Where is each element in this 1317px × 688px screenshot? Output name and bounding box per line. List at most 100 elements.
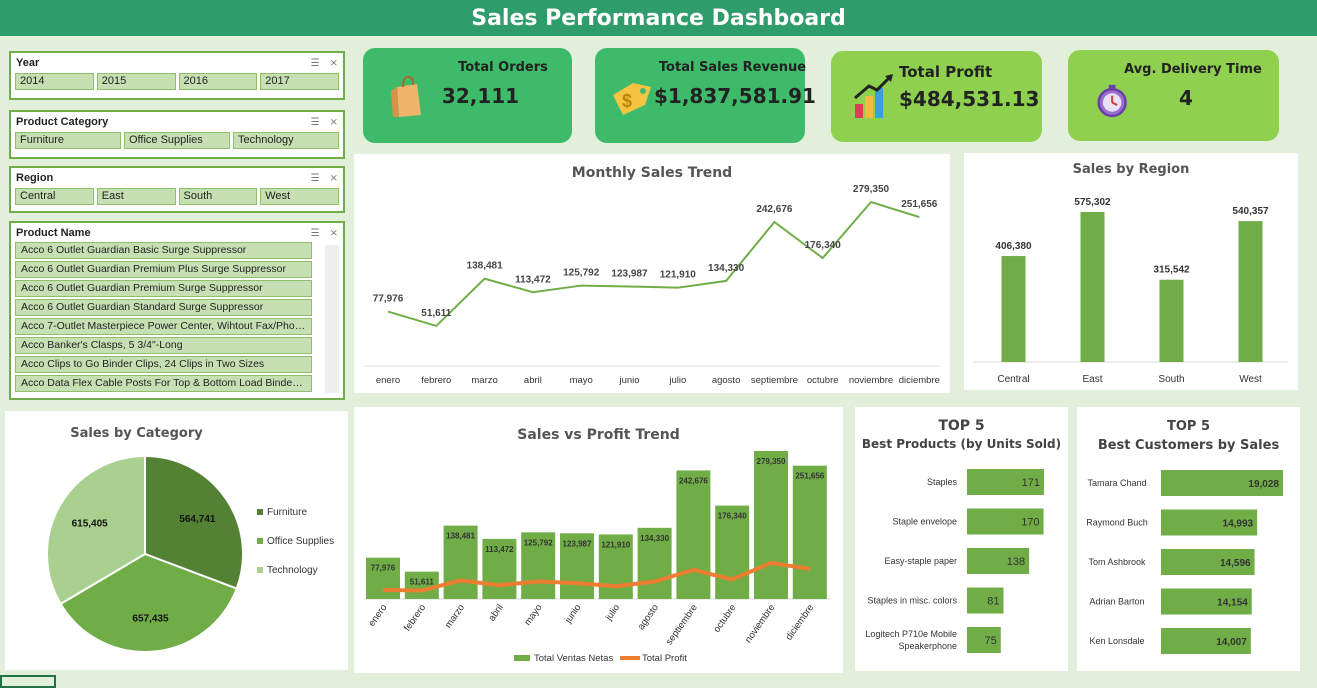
- product-slicer-title: Product Name: [16, 227, 91, 239]
- region-x-tick: West: [1239, 374, 1262, 385]
- top5-data-label: 14,596: [1220, 558, 1251, 569]
- sp-data-label: 134,330: [640, 534, 669, 543]
- monthly-data-label: 113,472: [515, 274, 551, 285]
- monthly-data-label: 251,656: [901, 199, 938, 210]
- region-slicer-item[interactable]: East: [96, 188, 176, 205]
- kpi-orders-value: 32,111: [441, 84, 520, 108]
- top5-category-label: Speakerphone: [898, 641, 957, 651]
- product-slicer-item[interactable]: Acco 6 Outlet Guardian Premium Surge Sup…: [15, 280, 312, 297]
- top5-data-label: 138: [1007, 556, 1025, 568]
- monthly-x-tick: agosto: [712, 375, 741, 386]
- sp-data-label: 77,976: [371, 564, 396, 573]
- monthly-x-tick: noviembre: [849, 375, 893, 386]
- selected-cell[interactable]: [0, 675, 56, 688]
- sp-legend-label: Total Profit: [642, 653, 687, 664]
- year-slicer-title: Year: [16, 57, 40, 69]
- monthly-data-label: 77,976: [373, 294, 404, 305]
- monthly-data-label: 123,987: [611, 269, 648, 280]
- monthly-x-tick: abril: [524, 375, 542, 386]
- region-data-label: 540,357: [1232, 206, 1269, 217]
- kpi-profit-label: Total Profit: [899, 63, 993, 81]
- product-slicer-item[interactable]: Acco 7-Outlet Masterpiece Power Center, …: [15, 318, 312, 335]
- category-slicer: Product Category ☰ ⨯ Furniture Office Supp…: [9, 110, 345, 159]
- monthly-x-tick: septiembre: [751, 375, 798, 386]
- sp-x-tick: junio: [562, 602, 583, 626]
- sp-x-tick: diciembre: [784, 602, 817, 642]
- product-slicer-item[interactable]: Acco Data Flex Cable Posts For Top & Bot…: [15, 375, 312, 392]
- region-panel: Sales by Region 406,380 Central 575,302 Eas…: [964, 153, 1298, 390]
- category-slicer-item[interactable]: Technology: [233, 132, 339, 149]
- top5-category-label: Easy-staple paper: [884, 556, 957, 566]
- region-slicer-item[interactable]: South: [178, 188, 258, 205]
- pie-data-label: 615,405: [72, 518, 109, 529]
- dashboard-title: Sales Performance Dashboard: [471, 5, 846, 31]
- year-slicer-item[interactable]: 2014: [15, 73, 94, 90]
- category-slicer-title: Product Category: [16, 116, 109, 128]
- sales-profit-chart: 77,976 enero 51,611 febrero 138,481 marzo 113,…: [364, 451, 830, 664]
- year-slicer-item[interactable]: 2015: [96, 73, 176, 90]
- sp-legend-label: Total Ventas Netas: [534, 653, 613, 664]
- sp-bar: [792, 465, 827, 599]
- region-x-tick: South: [1158, 374, 1184, 385]
- region-slicer-item[interactable]: Central: [15, 188, 94, 205]
- sp-data-label: 138,481: [446, 532, 475, 541]
- sp-data-label: 121,910: [601, 540, 630, 549]
- pie-legend-swatch: [257, 567, 263, 573]
- category-pie-chart: 564,741 657,435 615,405 Furniture Office Sup…: [46, 454, 334, 653]
- sp-data-label: 176,340: [718, 512, 747, 521]
- product-slicer-item[interactable]: Acco Clips to Go Binder Clips, 24 Clips …: [15, 356, 312, 373]
- pie-legend-label: Office Supplies: [267, 536, 334, 547]
- top-customers-panel: TOP 5 Best Customers by Sales 19,028 Tama…: [1077, 407, 1300, 671]
- clear-filter-icon[interactable]: ⨯: [330, 58, 338, 69]
- multi-select-icon[interactable]: ☰: [311, 58, 320, 69]
- product-slicer-item[interactable]: Acco Banker's Clasps, 5 3/4"-Long: [15, 337, 312, 354]
- sp-x-tick: abril: [487, 602, 506, 623]
- top5-data-label: 14,154: [1217, 598, 1248, 609]
- sp-data-label: 123,987: [563, 539, 592, 548]
- pie-legend-label: Furniture: [267, 507, 307, 518]
- pie-data-label: 657,435: [132, 613, 169, 624]
- svg-text:$: $: [622, 91, 632, 111]
- year-slicer: Year ☰ ⨯ 2014 2015 2016 2017: [9, 51, 345, 100]
- region-bar: [1159, 279, 1184, 362]
- sp-data-label: 113,472: [485, 545, 514, 554]
- sp-x-tick: octubre: [711, 602, 738, 634]
- clear-filter-icon[interactable]: ⨯: [330, 117, 338, 128]
- top5-category-label: Staple envelope: [892, 517, 957, 527]
- multi-select-icon[interactable]: ☰: [311, 117, 320, 128]
- year-slicer-item[interactable]: 2016: [178, 73, 258, 90]
- monthly-data-label: 51,611: [421, 308, 451, 319]
- top5-data-label: 14,993: [1223, 519, 1254, 530]
- top5-category-label: Logitech P710e Mobile: [865, 629, 957, 639]
- product-slicer-item[interactable]: Acco 6 Outlet Guardian Standard Surge Su…: [15, 299, 312, 316]
- sp-x-tick: noviembre: [743, 602, 777, 645]
- year-slicer-item[interactable]: 2017: [260, 73, 339, 90]
- kpi-total-revenue: $ Total Sales Revenue $1,837,581.91: [595, 48, 816, 143]
- sp-x-tick: enero: [367, 602, 390, 628]
- dashboard-header: Sales Performance Dashboard: [0, 0, 1317, 36]
- region-slicer-item[interactable]: West: [260, 188, 339, 205]
- multi-select-icon[interactable]: ☰: [311, 228, 320, 239]
- monthly-sales-panel: Monthly Sales Trend 77,976 enero 51,611 feb…: [354, 154, 950, 393]
- product-slicer-item[interactable]: Acco 6 Outlet Guardian Premium Plus Surg…: [15, 261, 312, 278]
- region-chart-title: Sales by Region: [1072, 162, 1190, 177]
- monthly-x-tick: marzo: [471, 375, 497, 386]
- product-scrollbar[interactable]: [325, 245, 339, 393]
- monthly-data-label: 279,350: [853, 184, 890, 195]
- kpi-orders-label: Total Orders: [458, 60, 548, 75]
- category-slicer-item[interactable]: Office Supplies: [124, 132, 230, 149]
- top5-category-label: Staples in misc. colors: [867, 596, 957, 606]
- region-bar: [1238, 221, 1263, 362]
- region-x-tick: East: [1082, 374, 1102, 385]
- sales-profit-panel: Sales vs Profit Trend 77,976 enero 51,611 f…: [354, 407, 843, 673]
- clear-filter-icon[interactable]: ⨯: [330, 173, 338, 184]
- kpi-total-profit: Total Profit $484,531.13: [831, 51, 1042, 142]
- top-products-panel: TOP 5 Best Products (by Units Sold) 171 S…: [855, 407, 1068, 671]
- clear-filter-icon[interactable]: ⨯: [330, 228, 338, 239]
- category-slicer-item[interactable]: Furniture: [15, 132, 121, 149]
- region-slicer-title: Region: [16, 172, 54, 184]
- top-customers-title: TOP 5: [1166, 419, 1211, 434]
- multi-select-icon[interactable]: ☰: [311, 173, 320, 184]
- product-slicer-item[interactable]: Acco 6 Outlet Guardian Basic Surge Suppr…: [15, 242, 312, 259]
- region-sales-chart: 406,380 Central 575,302 East 315,542 South 540…: [974, 197, 1288, 385]
